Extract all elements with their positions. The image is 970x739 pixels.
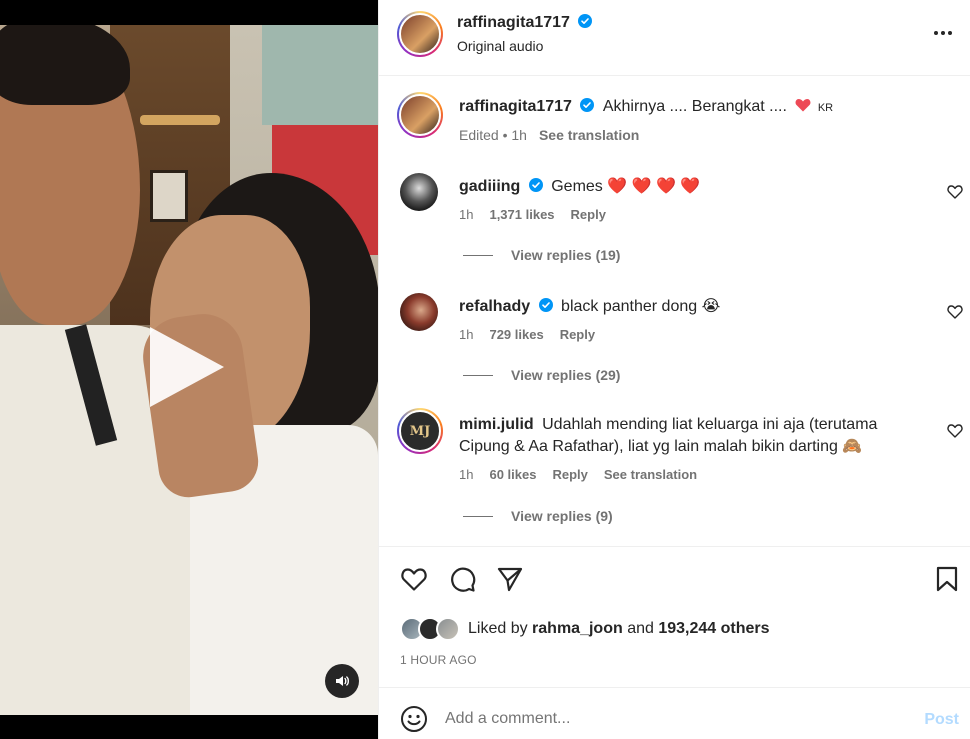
caption-text: Akhirnya .... Berangkat .... [602, 98, 787, 115]
caption-edited: Edited • 1h [459, 127, 527, 143]
caption-line: raffinagita1717 Akhirnya .... Berangkat … [459, 98, 833, 116]
like-comment-icon[interactable] [947, 304, 963, 320]
author-username[interactable]: raffinagita1717 [457, 14, 570, 31]
edited-label: Edited [459, 127, 499, 143]
commenter-username[interactable]: gadiiing [459, 178, 520, 195]
heart-emoji-icon [795, 99, 811, 112]
caption-translate[interactable]: See translation [539, 127, 639, 143]
speaker-icon[interactable] [325, 664, 359, 698]
reply-button[interactable]: Reply [560, 327, 595, 342]
view-replies-label: View replies (19) [511, 247, 621, 263]
comment-likes[interactable]: 60 likes [489, 467, 536, 482]
comment-likes[interactable]: 729 likes [489, 327, 543, 342]
post-media [0, 0, 378, 739]
like-comment-icon[interactable] [947, 423, 963, 439]
caption-suffix: KR [817, 102, 834, 114]
commenter-avatar[interactable]: MJ [397, 408, 443, 454]
speaker-glyph [336, 676, 349, 686]
share-icon[interactable] [496, 565, 524, 593]
comment-text: black panther dong 😭 [561, 298, 721, 315]
view-replies-label: View replies (29) [511, 367, 621, 383]
author-avatar-image [399, 13, 441, 55]
view-replies-button[interactable]: View replies (29) [463, 367, 620, 383]
comment-bar: Post [379, 687, 970, 739]
comment-meta: 1h 729 likes Reply [459, 327, 595, 342]
comment-body: mimi.julid Udahlah mending liat keluarga… [459, 414, 911, 458]
avatar-initials: MJ [409, 423, 431, 439]
caption-avatar-image [399, 94, 441, 136]
comment-icon[interactable] [448, 565, 476, 593]
man-hair [0, 25, 130, 105]
comment-time[interactable]: 1h [459, 207, 473, 222]
liked-by-user[interactable]: rahma_joon [532, 620, 623, 637]
liked-by-and: and [627, 620, 654, 637]
caption-avatar[interactable] [397, 92, 443, 138]
save-icon[interactable] [933, 565, 961, 593]
post-panel: raffinagita1717 Original audio raffinagi… [378, 0, 970, 739]
commenter-avatar-image: MJ [399, 410, 441, 452]
comment-meta: 1h 60 likes Reply See translation [459, 467, 697, 482]
liker-avatar[interactable] [436, 617, 460, 641]
post-timestamp[interactable]: 1 HOUR AGO [400, 653, 477, 667]
post-actions: Liked by rahma_joon and 193,244 others 1… [379, 546, 970, 686]
caption: raffinagita1717 Akhirnya .... Berangkat … [379, 88, 970, 152]
cabinet-panel [262, 25, 378, 125]
comment-item: refalhady black panther dong 😭 1h 729 li… [379, 290, 970, 400]
commenter-avatar[interactable] [400, 173, 438, 211]
photo-frame [150, 170, 188, 222]
audio-label[interactable]: Original audio [457, 38, 592, 54]
comment-time[interactable]: 1h [459, 467, 473, 482]
emoji-icon[interactable] [400, 705, 428, 733]
caption-meta: Edited • 1h See translation [459, 127, 639, 143]
comment-time[interactable]: 1h [459, 327, 473, 342]
post-button[interactable]: Post [924, 711, 959, 729]
reply-divider [463, 254, 493, 256]
comment-item: gadiiing Gemes ❤️ ❤️ ❤️ ❤️ 1h 1,371 like… [379, 170, 970, 280]
liked-by-text: Liked by rahma_joon and 193,244 others [468, 620, 770, 638]
comment-input[interactable] [445, 702, 885, 736]
more-glyph [934, 31, 952, 35]
reply-button[interactable]: Reply [571, 207, 606, 222]
comment-translate[interactable]: See translation [604, 467, 697, 482]
shelf-light [140, 115, 220, 125]
comment-body: refalhady black panther dong 😭 [459, 296, 911, 318]
view-replies-button[interactable]: View replies (9) [463, 508, 613, 524]
caption-time[interactable]: 1h [511, 127, 527, 143]
comment-body: gadiiing Gemes ❤️ ❤️ ❤️ ❤️ [459, 176, 911, 198]
like-comment-icon[interactable] [947, 184, 963, 200]
commenter-avatar[interactable] [400, 293, 438, 331]
verified-icon [580, 98, 595, 112]
reply-button[interactable]: Reply [552, 467, 587, 482]
likes-summary: Liked by rahma_joon and 193,244 others [400, 617, 770, 641]
like-icon[interactable] [400, 565, 428, 593]
comment-likes[interactable]: 1,371 likes [489, 207, 554, 222]
verified-icon [528, 178, 543, 192]
liked-by-others[interactable]: 193,244 others [658, 620, 769, 637]
play-icon[interactable] [150, 327, 224, 407]
commenter-username[interactable]: mimi.julid [459, 416, 534, 433]
view-replies-label: View replies (9) [511, 508, 613, 524]
view-replies-button[interactable]: View replies (19) [463, 247, 620, 263]
comment-text: Gemes ❤️ ❤️ ❤️ ❤️ [551, 178, 701, 195]
author-block: raffinagita1717 Original audio [457, 14, 593, 54]
more-icon[interactable] [931, 22, 955, 42]
liker-avatars [400, 617, 460, 641]
reply-divider [463, 374, 493, 376]
reply-divider [463, 515, 493, 517]
comment-item: MJ mimi.julid Udahlah mending liat kelua… [379, 408, 970, 538]
verified-icon [578, 14, 593, 28]
author-avatar[interactable] [397, 11, 443, 57]
comment-meta: 1h 1,371 likes Reply [459, 207, 606, 222]
verified-icon [538, 298, 553, 312]
post-header: raffinagita1717 Original audio [379, 0, 970, 76]
caption-username[interactable]: raffinagita1717 [459, 98, 572, 115]
commenter-username[interactable]: refalhady [459, 298, 530, 315]
liked-by-prefix: Liked by [468, 620, 528, 637]
